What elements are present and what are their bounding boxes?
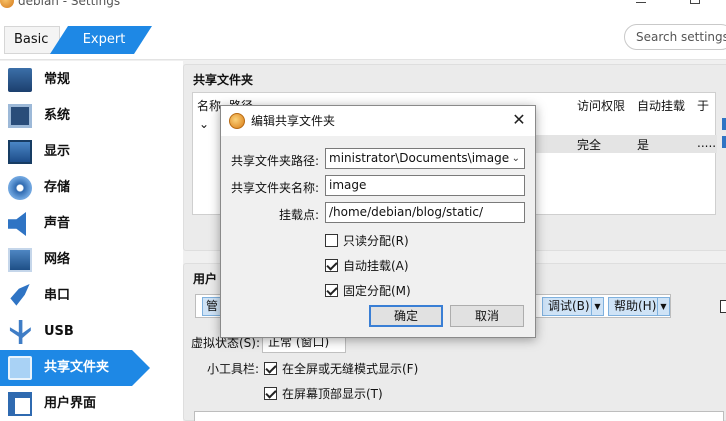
menu-help-button[interactable]: 帮助(H) ▼ bbox=[608, 297, 670, 316]
mount-point-label: 挂载点: bbox=[278, 208, 319, 222]
close-icon[interactable]: ✕ bbox=[511, 112, 527, 128]
top-of-screen-checkbox[interactable] bbox=[264, 387, 277, 400]
serial-port-icon bbox=[10, 284, 30, 306]
edit-folder-icon[interactable] bbox=[722, 136, 726, 148]
sidebar-item-label: 用户界面 bbox=[44, 396, 97, 411]
chevron-down-icon[interactable]: ⌄ bbox=[199, 117, 209, 131]
window-titlebar: debian - Settings bbox=[0, 0, 726, 10]
menu-debug-label: 调试(B) bbox=[548, 299, 590, 313]
search-settings-input[interactable]: Search settings bbox=[624, 24, 726, 50]
folder-path-value: ministrator\Documents\image bbox=[329, 151, 510, 165]
ok-button[interactable]: 确定 bbox=[369, 305, 443, 327]
fullscreen-checkbox[interactable] bbox=[264, 362, 277, 375]
fullscreen-option-label: 在全屏或无缝模式显示(F) bbox=[282, 362, 419, 376]
read-only-label: 只读分配(R) bbox=[343, 234, 409, 248]
status-bar-editor[interactable] bbox=[194, 411, 724, 421]
settings-sidebar: 常规 系统 显示 存储 声音 网络 串口 USB 共享文件夹 用户界面 bbox=[0, 61, 183, 421]
top-of-screen-option-label: 在屏幕顶部显示(T) bbox=[282, 387, 383, 401]
virtualbox-app-icon bbox=[0, 0, 14, 8]
maximize-icon[interactable] bbox=[690, 0, 700, 4]
mount-point-input[interactable]: /home/debian/blog/static/ bbox=[325, 202, 525, 223]
make-permanent-checkbox[interactable] bbox=[325, 284, 338, 297]
network-icon bbox=[8, 248, 32, 272]
sidebar-item-label: 存储 bbox=[44, 180, 71, 195]
sidebar-item-label: 串口 bbox=[44, 288, 71, 303]
sidebar-item-network[interactable]: 网络 bbox=[0, 242, 150, 278]
folder-name-label: 共享文件夹名称: bbox=[231, 181, 320, 195]
dropdown-arrow-icon[interactable]: ▼ bbox=[591, 298, 603, 315]
dialog-titlebar: 编辑共享文件夹 ✕ bbox=[221, 106, 535, 136]
column-header-automount[interactable]: 自动挂载 bbox=[637, 97, 685, 114]
menubar-enable-checkbox[interactable] bbox=[720, 300, 726, 313]
make-permanent-label: 固定分配(M) bbox=[343, 284, 411, 298]
row-access: 完全 bbox=[577, 138, 602, 152]
sidebar-item-label: USB bbox=[44, 324, 74, 339]
user-interface-heading: 用户 bbox=[193, 272, 218, 286]
column-header-access[interactable]: 访问权限 bbox=[577, 97, 625, 114]
sidebar-item-label: 共享文件夹 bbox=[44, 360, 110, 375]
sidebar-item-label: 系统 bbox=[44, 108, 71, 123]
sidebar-item-display[interactable]: 显示 bbox=[0, 134, 150, 170]
shared-folder-icon bbox=[8, 356, 32, 380]
sidebar-item-usb[interactable]: USB bbox=[0, 314, 150, 350]
row-automount: 是 bbox=[637, 138, 650, 152]
sidebar-item-label: 网络 bbox=[44, 252, 71, 267]
sidebar-item-shared-folders[interactable]: 共享文件夹 bbox=[0, 350, 150, 386]
dropdown-arrow-icon[interactable]: ▼ bbox=[657, 298, 669, 315]
sidebar-item-user-interface[interactable]: 用户界面 bbox=[0, 386, 150, 421]
window-title: debian - Settings bbox=[18, 0, 121, 8]
basic-mode-tab[interactable]: Basic bbox=[4, 26, 60, 54]
minimize-icon[interactable] bbox=[636, 2, 646, 3]
expert-mode-tab[interactable]: Expert bbox=[50, 26, 152, 54]
sidebar-item-label: 常规 bbox=[44, 72, 71, 87]
folder-path-combobox[interactable]: ministrator\Documents\image ⌄ bbox=[325, 148, 525, 169]
edit-shared-folder-dialog: 编辑共享文件夹 ✕ 共享文件夹路径: ministrator\Documents… bbox=[220, 105, 536, 338]
sidebar-item-system[interactable]: 系统 bbox=[0, 98, 150, 134]
shared-folders-heading: 共享文件夹 bbox=[193, 73, 254, 87]
cancel-button[interactable]: 取消 bbox=[450, 305, 524, 327]
column-header-name[interactable]: 名称 bbox=[197, 97, 221, 114]
system-icon bbox=[8, 104, 32, 128]
top-of-screen-option[interactable]: 在屏幕顶部显示(T) bbox=[264, 385, 383, 402]
read-only-checkbox[interactable] bbox=[325, 234, 338, 247]
usb-icon bbox=[9, 320, 31, 344]
make-permanent-option[interactable]: 固定分配(M) bbox=[325, 282, 411, 299]
sidebar-item-storage[interactable]: 存储 bbox=[0, 170, 150, 206]
user-interface-icon bbox=[8, 392, 32, 416]
auto-mount-option[interactable]: 自动挂载(A) bbox=[325, 257, 409, 274]
add-folder-icon[interactable] bbox=[722, 118, 726, 130]
folder-name-input[interactable]: image bbox=[325, 175, 525, 196]
menu-help-label: 帮助(H) bbox=[614, 299, 657, 313]
sidebar-item-label: 显示 bbox=[44, 144, 71, 159]
read-only-option[interactable]: 只读分配(R) bbox=[325, 232, 409, 249]
folder-path-label: 共享文件夹路径: bbox=[231, 154, 320, 168]
fullscreen-option[interactable]: 在全屏或无缝模式显示(F) bbox=[264, 360, 418, 377]
dialog-title: 编辑共享文件夹 bbox=[251, 114, 336, 128]
display-icon bbox=[8, 140, 32, 164]
column-header-at[interactable]: 于 bbox=[697, 97, 709, 114]
auto-mount-label: 自动挂载(A) bbox=[343, 259, 409, 273]
virtualbox-app-icon bbox=[229, 113, 245, 129]
row-at: ..... bbox=[697, 136, 717, 150]
general-icon bbox=[8, 68, 32, 92]
sidebar-item-serial-ports[interactable]: 串口 bbox=[0, 278, 150, 314]
mode-toolbar: Basic Expert Search settings bbox=[0, 10, 726, 60]
menu-debug-button[interactable]: 调试(B) ▼ bbox=[542, 297, 604, 316]
mini-toolbar-label: 小工具栏: bbox=[207, 362, 260, 376]
audio-icon bbox=[8, 212, 26, 236]
storage-icon bbox=[8, 176, 32, 200]
sidebar-item-audio[interactable]: 声音 bbox=[0, 206, 150, 242]
sidebar-item-general[interactable]: 常规 bbox=[0, 62, 150, 98]
sidebar-item-label: 声音 bbox=[44, 216, 71, 231]
auto-mount-checkbox[interactable] bbox=[325, 259, 338, 272]
chevron-down-icon[interactable]: ⌄ bbox=[512, 149, 520, 168]
